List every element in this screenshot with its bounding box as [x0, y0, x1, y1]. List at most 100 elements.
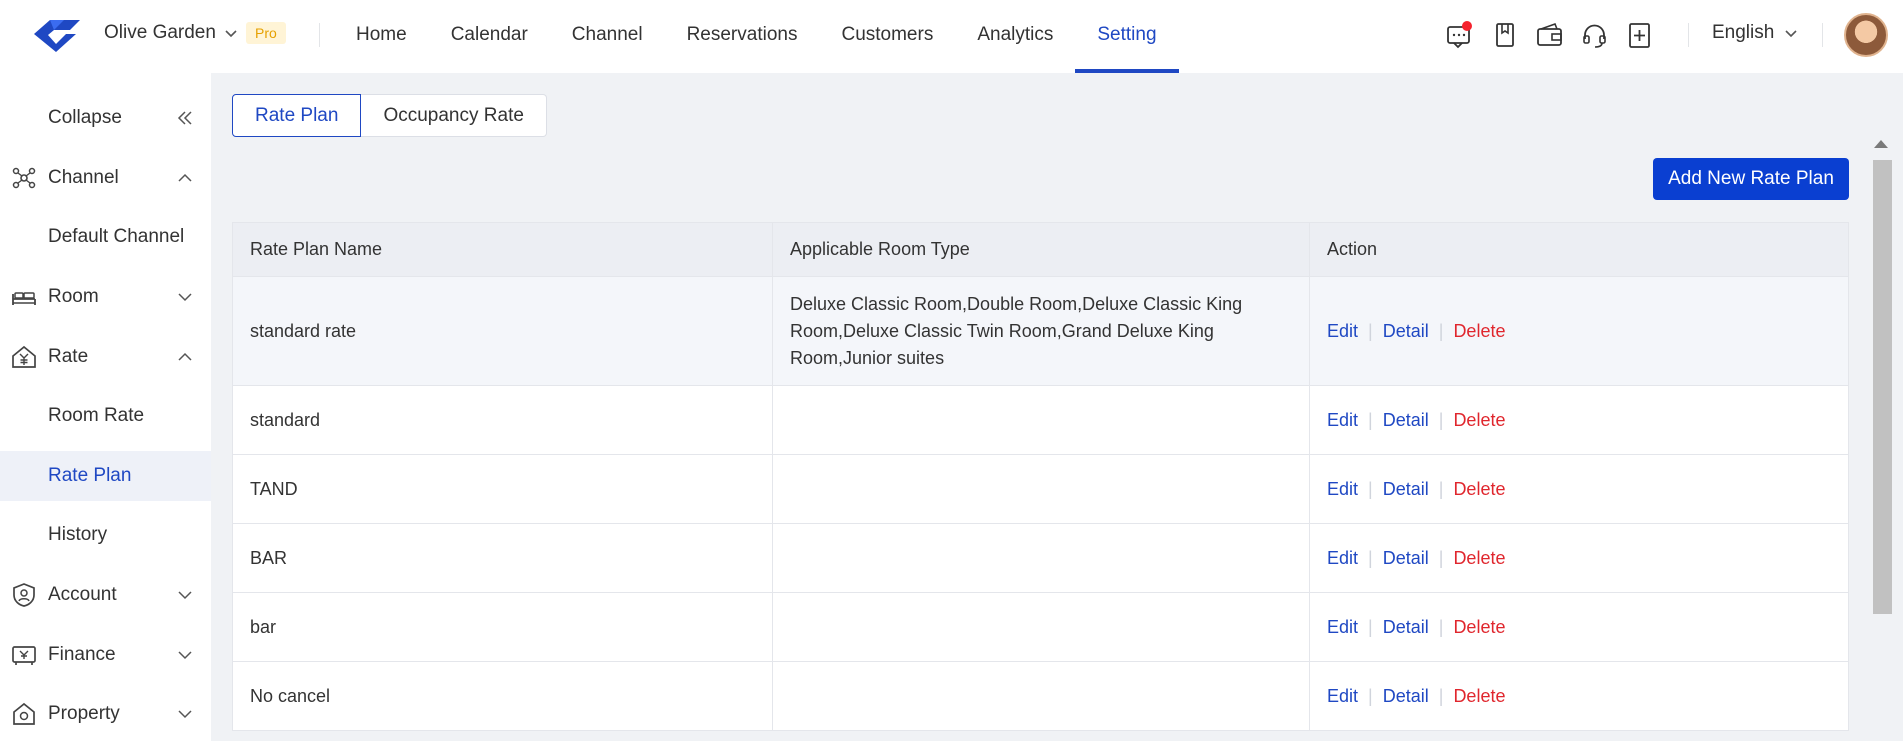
nav-home[interactable]: Home [334, 0, 429, 73]
nav-analytics[interactable]: Analytics [955, 0, 1075, 73]
detail-link[interactable]: Detail [1383, 479, 1429, 499]
toolbar-icons [1445, 21, 1654, 50]
user-avatar[interactable] [1844, 13, 1888, 57]
sidebar-item-default-channel[interactable]: Default Channel [0, 212, 211, 262]
detail-link[interactable]: Detail [1383, 617, 1429, 637]
sidebar-item-channel[interactable]: Channel [0, 153, 211, 203]
tab-occupancy-rate[interactable]: Occupancy Rate [361, 94, 547, 137]
divider [319, 23, 320, 47]
table-row: standard rate Deluxe Classic Room,Double… [232, 276, 1849, 386]
scrollbar-thumb[interactable] [1873, 160, 1892, 614]
headset-icon[interactable] [1580, 21, 1609, 50]
rate-plan-name: standard rate [232, 276, 773, 386]
chevron-down-icon [178, 293, 192, 302]
add-document-icon[interactable] [1625, 21, 1654, 50]
sidebar-item-property[interactable]: Property [0, 689, 211, 739]
delete-link[interactable]: Delete [1453, 548, 1505, 568]
nav-calendar[interactable]: Calendar [429, 0, 550, 73]
table-row: No cancel Edit | Detail | Delete [232, 661, 1849, 731]
room-types [772, 454, 1310, 524]
table-row: standard Edit | Detail | Delete [232, 385, 1849, 455]
column-header-name: Rate Plan Name [232, 222, 773, 277]
sidebar-item-label: Room Rate [48, 405, 145, 426]
book-icon[interactable] [1490, 21, 1519, 50]
detail-link[interactable]: Detail [1383, 686, 1429, 706]
row-actions: Edit | Detail | Delete [1309, 276, 1849, 386]
sidebar-item-rate-plan[interactable]: Rate Plan [0, 451, 211, 501]
sidebar-item-label: Rate Plan [48, 465, 132, 486]
delete-link[interactable]: Delete [1453, 617, 1505, 637]
column-header-room-type: Applicable Room Type [772, 222, 1310, 277]
sidebar-item-label: Account [48, 584, 117, 605]
hotel-name: Olive Garden [104, 22, 216, 43]
edit-link[interactable]: Edit [1327, 321, 1358, 341]
room-types [772, 523, 1310, 593]
nav-reservations[interactable]: Reservations [665, 0, 820, 73]
sidebar-item-room[interactable]: Room [0, 272, 211, 322]
app-logo-icon[interactable] [30, 14, 84, 56]
table-row: TAND Edit | Detail | Delete [232, 454, 1849, 524]
sidebar-item-label: Room [48, 286, 99, 307]
rate-icon [12, 345, 36, 368]
edit-link[interactable]: Edit [1327, 686, 1358, 706]
hotel-selector[interactable]: Olive Garden [104, 22, 238, 44]
language-selector[interactable]: English [1712, 22, 1798, 44]
message-icon[interactable] [1445, 21, 1474, 50]
rate-plan-name: TAND [232, 454, 773, 524]
rate-plan-name: No cancel [232, 661, 773, 731]
chevron-down-icon [1785, 30, 1797, 38]
room-types [772, 592, 1310, 662]
sidebar-item-account[interactable]: Account [0, 570, 211, 620]
sidebar-collapse[interactable]: Collapse [0, 93, 211, 143]
sidebar-item-label: Channel [48, 167, 119, 188]
edit-link[interactable]: Edit [1327, 410, 1358, 430]
divider [1822, 23, 1823, 47]
detail-link[interactable]: Detail [1383, 548, 1429, 568]
language-label: English [1712, 22, 1775, 43]
sidebar-item-finance[interactable]: Finance [0, 630, 211, 680]
delete-link[interactable]: Delete [1453, 410, 1505, 430]
collapse-label: Collapse [48, 107, 122, 128]
sidebar-item-label: Rate [48, 346, 89, 367]
room-types [772, 385, 1310, 455]
row-actions: Edit | Detail | Delete [1309, 523, 1849, 593]
delete-link[interactable]: Delete [1453, 686, 1505, 706]
column-header-action: Action [1309, 222, 1849, 277]
wallet-icon[interactable] [1535, 21, 1564, 50]
add-new-rate-plan-button[interactable]: Add New Rate Plan [1653, 158, 1849, 200]
edit-link[interactable]: Edit [1327, 548, 1358, 568]
sidebar-item-room-rate[interactable]: Room Rate [0, 391, 211, 441]
nav-channel[interactable]: Channel [550, 0, 665, 73]
rate-plan-name: bar [232, 592, 773, 662]
sidebar-item-history[interactable]: History [0, 510, 211, 560]
chevron-down-icon [178, 710, 192, 719]
edit-link[interactable]: Edit [1327, 617, 1358, 637]
nav-setting[interactable]: Setting [1075, 0, 1179, 73]
sidebar-item-label: Finance [48, 644, 116, 665]
detail-link[interactable]: Detail [1383, 321, 1429, 341]
table-header-row: Rate Plan Name Applicable Room Type Acti… [232, 222, 1849, 277]
nav-customers[interactable]: Customers [819, 0, 955, 73]
row-actions: Edit | Detail | Delete [1309, 661, 1849, 731]
top-navigation-bar: Olive Garden Pro Home Calendar Channel R… [0, 0, 1903, 73]
main-nav: Home Calendar Channel Reservations Custo… [334, 0, 1179, 73]
row-actions: Edit | Detail | Delete [1309, 454, 1849, 524]
sidebar-item-rate[interactable]: Rate [0, 332, 211, 382]
delete-link[interactable]: Delete [1453, 321, 1505, 341]
sidebar-item-label: History [48, 524, 108, 545]
chevron-up-icon [178, 173, 192, 182]
rate-plan-table: Rate Plan Name Applicable Room Type Acti… [232, 222, 1849, 731]
detail-link[interactable]: Detail [1383, 410, 1429, 430]
tab-rate-plan[interactable]: Rate Plan [232, 94, 362, 137]
room-types: Deluxe Classic Room,Double Room,Deluxe C… [772, 276, 1310, 386]
finance-icon [12, 646, 36, 665]
delete-link[interactable]: Delete [1453, 479, 1505, 499]
table-row: BAR Edit | Detail | Delete [232, 523, 1849, 593]
sidebar-item-label: Property [48, 703, 120, 724]
row-actions: Edit | Detail | Delete [1309, 385, 1849, 455]
scroll-up-arrow-icon[interactable] [1874, 140, 1888, 148]
chevron-down-icon [178, 651, 192, 660]
row-actions: Edit | Detail | Delete [1309, 592, 1849, 662]
edit-link[interactable]: Edit [1327, 479, 1358, 499]
chevron-down-icon [225, 30, 237, 38]
